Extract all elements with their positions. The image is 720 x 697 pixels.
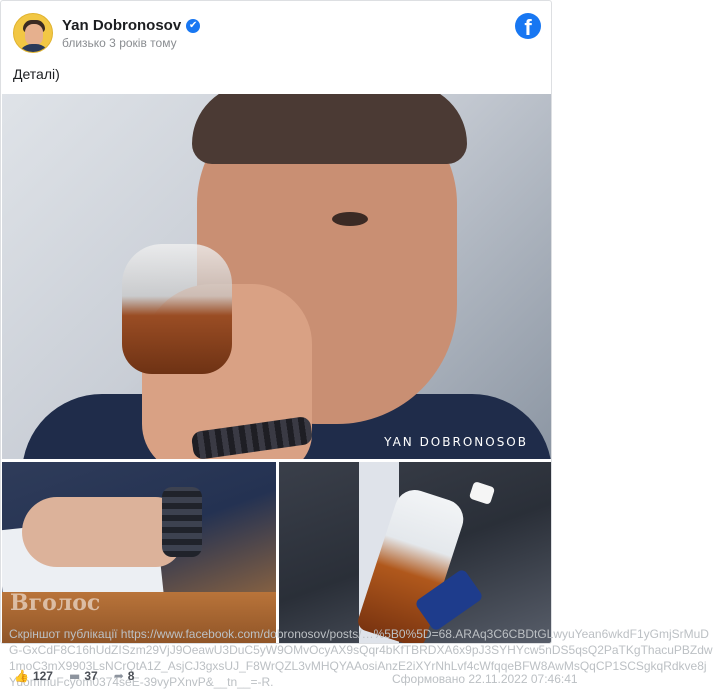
post-header: Yan Dobronosov ✔ близько 3 років тому f xyxy=(13,13,541,57)
post-photo-right[interactable] xyxy=(279,462,551,643)
post-photo-left[interactable]: Вголос xyxy=(2,462,276,643)
post-timestamp[interactable]: близько 3 років тому xyxy=(62,36,177,50)
shares-count: 8 xyxy=(127,669,135,683)
author-name[interactable]: Yan Dobronosov xyxy=(62,17,181,34)
comment-icon: ▬ xyxy=(68,669,81,683)
verified-badge-icon: ✔ xyxy=(186,18,201,33)
post-text: Деталі) xyxy=(13,66,60,82)
photo-watermark: YAN DOBRONOSOB xyxy=(384,435,528,449)
facebook-post-card: Yan Dobronosov ✔ близько 3 років тому f … xyxy=(0,0,552,644)
photo-eye xyxy=(332,212,368,226)
facebook-logo-icon[interactable]: f xyxy=(515,13,541,39)
post-stats: 👍 127 ▬ 37 ➦ 8 xyxy=(14,669,134,683)
photo-hair xyxy=(192,94,467,164)
likes-stat: 👍 127 xyxy=(14,669,53,683)
photo-hand-left xyxy=(22,497,182,567)
avatar-face xyxy=(25,24,43,46)
photo-beads xyxy=(162,487,202,557)
author-avatar[interactable] xyxy=(13,13,53,53)
shares-stat: ➦ 8 xyxy=(114,669,135,683)
comments-stat: ▬ 37 xyxy=(69,669,98,683)
thumbs-up-icon: 👍 xyxy=(14,669,29,683)
photo-bottle-cap xyxy=(468,481,496,505)
comments-count: 37 xyxy=(84,669,98,683)
generated-timestamp: Сформовано 22.11.2022 07:46:41 xyxy=(392,672,578,686)
share-icon: ➦ xyxy=(113,669,124,683)
likes-count: 127 xyxy=(32,669,53,683)
avatar-shirt xyxy=(18,44,50,52)
author-row: Yan Dobronosov ✔ xyxy=(62,17,201,34)
photo-watermark-vgolos: Вголос xyxy=(10,590,101,616)
photo-glass xyxy=(122,244,232,374)
post-photo-main[interactable]: YAN DOBRONOSOB xyxy=(2,94,551,459)
